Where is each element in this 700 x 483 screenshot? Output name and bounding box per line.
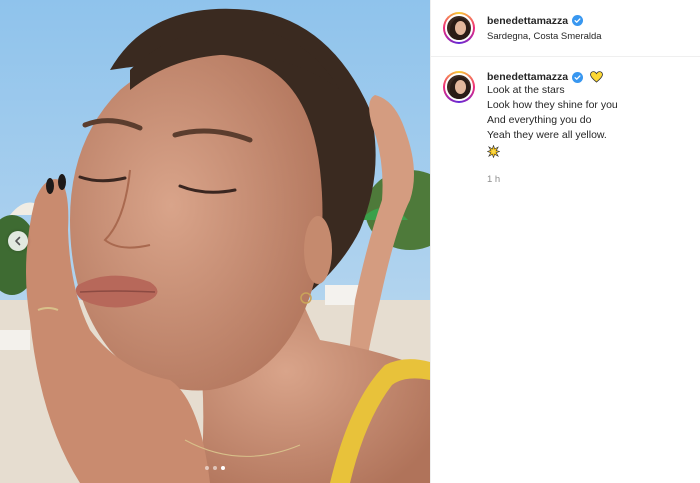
post-side-panel: benedettamazza Sardegna, Costa Smeralda xyxy=(430,0,700,483)
avatar xyxy=(445,14,473,42)
photo-illustration xyxy=(0,0,430,483)
yellow-heart-icon xyxy=(590,71,604,83)
slide-dot xyxy=(205,466,209,470)
verified-badge-icon xyxy=(572,71,584,83)
caption-line: Yeah they were all yellow. xyxy=(487,129,607,141)
story-ring[interactable] xyxy=(443,12,475,44)
location-link[interactable]: Sardegna, Costa Smeralda xyxy=(487,31,602,42)
slide-dot xyxy=(213,466,217,470)
slide-dot-active xyxy=(221,466,225,470)
sparkle-icon xyxy=(487,145,500,158)
post-photo[interactable] xyxy=(0,0,430,483)
caption-line: Look at the stars xyxy=(487,84,565,96)
previous-slide-button[interactable] xyxy=(8,231,28,251)
caption-avatar xyxy=(445,73,473,101)
verified-badge-icon xyxy=(572,15,584,26)
username-link[interactable]: benedettamazza xyxy=(487,15,568,27)
caption-story-ring[interactable] xyxy=(443,71,475,103)
slide-indicator xyxy=(0,466,430,470)
caption-username-link[interactable]: benedettamazza xyxy=(487,71,568,83)
timestamp[interactable]: 1 h xyxy=(487,174,618,185)
caption-line: And everything you do xyxy=(487,114,592,126)
instagram-post: benedettamazza Sardegna, Costa Smeralda xyxy=(0,0,700,483)
caption-block: benedettamazza Look at the stars Look ho… xyxy=(431,57,700,185)
post-header: benedettamazza Sardegna, Costa Smeralda xyxy=(431,0,700,57)
caption-text: Look at the stars Look how they shine fo… xyxy=(487,83,618,143)
caption-line: Look how they shine for you xyxy=(487,99,618,111)
chevron-left-icon xyxy=(15,236,21,246)
